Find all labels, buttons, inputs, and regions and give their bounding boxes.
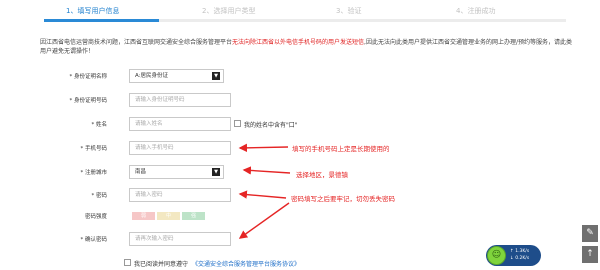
city-value: 南昌: [135, 169, 147, 175]
id-type-label: * 身份证明名称: [69, 74, 108, 80]
edit-icon: ✎: [586, 228, 594, 238]
step-1: 1、填写用户信息: [66, 7, 120, 15]
step-4: 4、注册成功: [456, 7, 496, 15]
frog-icon: ☺: [487, 246, 506, 265]
step-3: 3、验证: [336, 7, 362, 15]
back-to-top-button[interactable]: ↑: [582, 246, 598, 263]
password-input[interactable]: 请输入密码: [129, 188, 231, 202]
id-number-label: * 身份证明号码: [69, 98, 108, 104]
confirm-password-input[interactable]: 请再次输入密码: [129, 232, 231, 246]
chevron-down-icon: ▼: [212, 72, 220, 80]
id-type-value: A:居民身份证: [135, 73, 169, 79]
row-confirm-password: * 确认密码 请再次输入密码: [0, 232, 600, 246]
phone-input[interactable]: 请输入手机号码: [129, 141, 231, 155]
agree-checkbox[interactable]: [124, 259, 131, 266]
step-2: 2、选择用户类型: [202, 7, 256, 15]
agree-text: 我已阅读并同意遵守: [134, 261, 189, 268]
notice-part1: 因江西省电信运营商技术问题，江西省互联网交通安全综合服务管理平台: [40, 39, 233, 46]
strength-label: 密码强度: [84, 214, 107, 220]
confirm-password-label: * 确认密码: [80, 237, 108, 243]
notice-highlight: 无法向除江西省以外电信手机号码的用户发送短信: [232, 39, 365, 46]
name-special-label: 我的姓名中含有"口": [244, 122, 298, 129]
id-type-select[interactable]: A:居民身份证 ▼: [129, 69, 224, 83]
notice-text: 因江西省电信运营商技术问题，江西省互联网交通安全综合服务管理平台无法向除江西省以…: [40, 38, 575, 56]
strength-strong: 强: [182, 212, 205, 220]
phone-label: * 手机号码: [80, 146, 108, 152]
arrow-up-icon: ↑: [586, 249, 594, 259]
steps-track-active: [44, 19, 159, 22]
row-name: * 姓名 请输入姓名 我的姓名中含有"口": [0, 117, 600, 131]
city-select[interactable]: 南昌 ▼: [129, 165, 224, 179]
annotation-phone: 填写的手机号码上定是长期使用的: [292, 145, 390, 153]
chevron-down-icon: ▼: [212, 168, 220, 176]
annotation-city: 选择地区，景德镇: [296, 171, 348, 179]
edit-button[interactable]: ✎: [582, 225, 598, 242]
annotation-password: 密码填写之后要牢记，切勿丢失密码: [291, 195, 395, 203]
agreement-link[interactable]: 《交通安全综合服务管理平台服务协议》: [192, 259, 300, 268]
id-number-input[interactable]: 请输入身份证明号码: [129, 93, 231, 107]
name-input[interactable]: 请输入姓名: [129, 117, 231, 131]
name-label: * 姓名: [91, 122, 108, 128]
upload-speed: ↑ 1.3K/s: [510, 249, 530, 254]
download-speed: ↓ 0.2K/s: [510, 256, 530, 261]
strength-medium: 中: [157, 212, 180, 220]
row-id-number: * 身份证明号码 请输入身份证明号码: [0, 93, 600, 107]
progress-steps: 1、填写用户信息 2、选择用户类型 3、验证 4、注册成功: [44, 4, 566, 22]
city-label: * 注册城市: [80, 170, 108, 176]
password-label: * 密码: [91, 193, 108, 199]
row-id-type: * 身份证明名称 A:居民身份证 ▼: [0, 69, 600, 83]
name-special-checkbox[interactable]: [234, 120, 241, 127]
strength-weak: 弱: [132, 212, 155, 220]
network-speed-widget[interactable]: ☺ ↑ 1.3K/s ↓ 0.2K/s: [486, 245, 541, 266]
